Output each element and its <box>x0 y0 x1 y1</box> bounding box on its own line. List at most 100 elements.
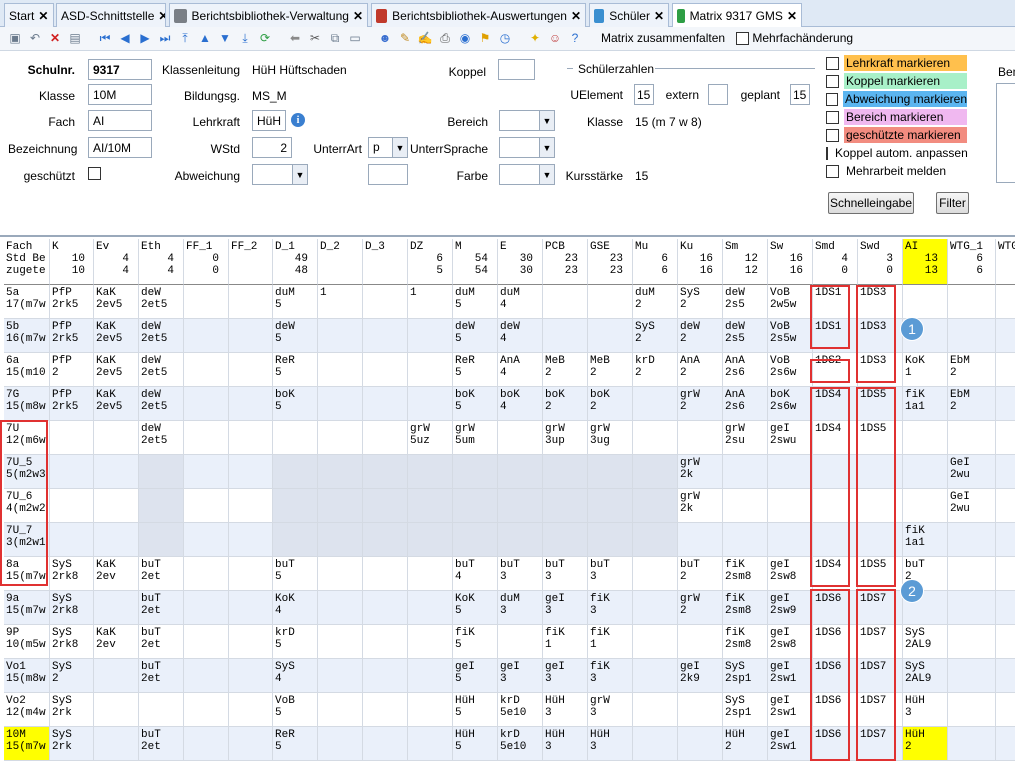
matrix-cell[interactable] <box>184 421 229 455</box>
matrix-cell[interactable]: SyS 2AL9 <box>903 625 948 659</box>
matrix-cell[interactable] <box>50 455 94 489</box>
column-header[interactable]: Fach Std Be zugete <box>4 239 50 285</box>
matrix-cell[interactable]: boK 2s6w <box>768 387 813 421</box>
cut-icon[interactable]: ✂ <box>307 30 323 46</box>
export-icon[interactable]: ⚑ <box>477 30 493 46</box>
matrix-cell[interactable] <box>50 421 94 455</box>
matrix-cell[interactable] <box>633 489 678 523</box>
matrix-cell[interactable] <box>633 557 678 591</box>
matrix-cell[interactable]: AnA 2s6 <box>723 387 768 421</box>
column-header[interactable]: WTG <box>996 239 1015 285</box>
matrix-cell[interactable]: VoB 2s6w <box>768 353 813 387</box>
matrix-cell[interactable]: 1DS6 <box>813 727 858 761</box>
extern-field[interactable] <box>708 84 728 105</box>
matrix-cell[interactable]: geI 2sw9 <box>768 591 813 625</box>
matrix-cell[interactable]: 1DS3 <box>858 285 903 319</box>
matrix-cell[interactable]: SyS 2rk <box>50 727 94 761</box>
matrix-cell[interactable] <box>363 455 408 489</box>
matrix-cell[interactable]: KaK 2ev <box>94 557 139 591</box>
matrix-cell[interactable]: grW 3 <box>588 693 633 727</box>
column-header[interactable]: WTG_1 6 6 <box>948 239 996 285</box>
matrix-cell[interactable] <box>633 727 678 761</box>
matrix-cell[interactable] <box>139 693 184 727</box>
edit-icon[interactable]: ✎ <box>397 30 413 46</box>
matrix-cell[interactable] <box>94 727 139 761</box>
matrix-cell[interactable] <box>948 319 996 353</box>
row-header[interactable]: 5a 17(m7w <box>4 285 50 319</box>
matrix-cell[interactable]: SyS 2 <box>633 319 678 353</box>
row-header[interactable]: 5b 16(m7w <box>4 319 50 353</box>
matrix-cell[interactable] <box>948 523 996 557</box>
matrix-cell[interactable]: geI 3 <box>543 659 588 693</box>
matrix-cell[interactable]: HüH 2 <box>723 727 768 761</box>
matrix-cell[interactable] <box>408 455 453 489</box>
row-header[interactable]: 6a 15(m10 <box>4 353 50 387</box>
matrix-cell[interactable]: VoB 2s5w <box>768 319 813 353</box>
matrix-cell[interactable]: geI 2sw1 <box>768 727 813 761</box>
column-header[interactable]: M 54 54 <box>453 239 498 285</box>
print-icon[interactable]: ⎙ <box>437 30 453 46</box>
matrix-cell[interactable]: 1DS2 <box>813 353 858 387</box>
matrix-cell[interactable]: buT 4 <box>453 557 498 591</box>
matrix-cell[interactable] <box>678 727 723 761</box>
matrix-cell[interactable] <box>996 727 1015 761</box>
matrix-cell[interactable] <box>184 353 229 387</box>
matrix-cell[interactable] <box>543 489 588 523</box>
matrix-cell[interactable]: 1DS4 <box>813 421 858 455</box>
matrix-cell[interactable]: grW 2k <box>678 455 723 489</box>
matrix-cell[interactable]: grW 2 <box>678 591 723 625</box>
matrix-cell[interactable] <box>948 625 996 659</box>
matrix-cell[interactable]: EbM 2 <box>948 387 996 421</box>
row-header[interactable]: 7U 12(m6w <box>4 421 50 455</box>
matrix-cell[interactable] <box>363 489 408 523</box>
matrix-cell[interactable] <box>363 387 408 421</box>
chevron-down-icon[interactable]: ▼ <box>539 138 554 157</box>
matrix-cell[interactable] <box>588 455 633 489</box>
column-header[interactable]: Sm 12 12 <box>723 239 768 285</box>
matrix-cell[interactable]: AnA 2 <box>678 353 723 387</box>
matrix-cell[interactable]: krD 2 <box>633 353 678 387</box>
matrix-cell[interactable] <box>184 455 229 489</box>
matrix-cell[interactable]: fiK 1a1 <box>903 523 948 557</box>
matrix-cell[interactable]: boK 2 <box>543 387 588 421</box>
matrix-cell[interactable] <box>184 319 229 353</box>
matrix-cell[interactable] <box>948 591 996 625</box>
matrix-cell[interactable]: buT 2et <box>139 727 184 761</box>
matrix-cell[interactable]: PfP 2rk5 <box>50 319 94 353</box>
matrix-cell[interactable] <box>543 319 588 353</box>
matrix-cell[interactable]: VoB 5 <box>273 693 318 727</box>
close-icon[interactable]: ✕ <box>654 9 664 23</box>
close-icon[interactable]: ✕ <box>787 9 797 23</box>
matrix-cell[interactable] <box>768 489 813 523</box>
column-header[interactable]: D_1 49 48 <box>273 239 318 285</box>
matrix-cell[interactable] <box>543 523 588 557</box>
paste-icon[interactable]: ▭ <box>347 30 363 46</box>
matrix-cell[interactable] <box>858 455 903 489</box>
row-header[interactable]: 7U_6 4(m2w2 <box>4 489 50 523</box>
abweichung-extra-field[interactable] <box>368 164 408 185</box>
matrix-cell[interactable]: SyS 2 <box>678 285 723 319</box>
matrix-cell[interactable] <box>94 455 139 489</box>
matrix-cell[interactable] <box>498 455 543 489</box>
matrix-cell[interactable]: krD 5 <box>273 625 318 659</box>
help-icon[interactable]: ? <box>567 30 583 46</box>
geschuetzt-checkbox[interactable] <box>88 167 101 180</box>
column-header[interactable]: FF_2 <box>229 239 273 285</box>
matrix-cell[interactable]: 1 <box>318 285 363 319</box>
chevron-down-icon[interactable]: ▼ <box>539 165 554 184</box>
matrix-cell[interactable]: 1DS6 <box>813 659 858 693</box>
matrix-cell[interactable]: grW 3ug <box>588 421 633 455</box>
koppel-field[interactable] <box>498 59 535 80</box>
matrix-cell[interactable]: HüH 2 <box>903 727 948 761</box>
chevron-down-icon[interactable]: ▼ <box>292 165 307 184</box>
previous-record-icon[interactable]: ◀ <box>117 30 133 46</box>
matrix-cell[interactable] <box>678 523 723 557</box>
matrix-cell[interactable] <box>453 489 498 523</box>
matrix-cell[interactable] <box>318 421 363 455</box>
bereich-select[interactable]: ▼ <box>499 110 555 131</box>
matrix-cell[interactable] <box>318 353 363 387</box>
close-icon[interactable]: ✕ <box>38 9 48 23</box>
refresh-icon[interactable]: ⟳ <box>257 30 273 46</box>
matrix-cell[interactable] <box>139 489 184 523</box>
matrix-cell[interactable] <box>453 523 498 557</box>
